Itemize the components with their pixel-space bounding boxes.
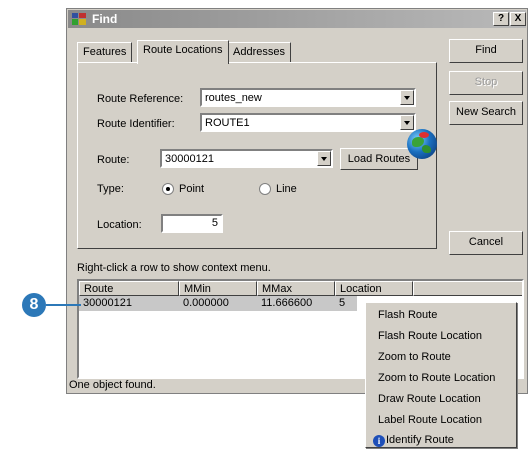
route-reference-label: Route Reference: [97, 93, 184, 105]
type-label: Type: [97, 183, 124, 195]
close-button[interactable]: X [510, 12, 526, 26]
tab-addresses[interactable]: Addresses [227, 42, 291, 62]
column-header-mmax[interactable]: MMax [257, 281, 335, 296]
help-button[interactable]: ? [493, 12, 509, 26]
window-title: Find [92, 12, 118, 26]
find-app-icon [72, 13, 86, 25]
column-header-route[interactable]: Route [79, 281, 179, 296]
new-search-button[interactable]: New Search [449, 101, 523, 125]
chevron-down-icon[interactable] [317, 151, 331, 166]
menu-item-identify-route[interactable]: i Identify Route [373, 434, 454, 447]
status-text: One object found. [69, 379, 156, 391]
route-identifier-value: ROUTE1 [205, 117, 250, 129]
chevron-down-icon[interactable] [400, 115, 414, 130]
route-value: 30000121 [165, 153, 214, 165]
radio-point[interactable] [162, 183, 174, 195]
radio-line-label[interactable]: Line [276, 183, 297, 195]
cell-route: 30000121 [83, 297, 132, 309]
menu-item-zoom-to-route[interactable]: Zoom to Route [378, 351, 451, 363]
callout-line [46, 304, 81, 306]
route-identifier-dropdown[interactable]: ROUTE1 [200, 113, 416, 132]
cell-mmax: 11.666600 [261, 297, 313, 309]
cancel-button[interactable]: Cancel [449, 231, 523, 255]
menu-item-identify-route-label: Identify Route [386, 434, 454, 446]
menu-item-zoom-to-route-location[interactable]: Zoom to Route Location [378, 372, 495, 384]
route-identifier-label: Route Identifier: [97, 118, 175, 130]
menu-item-draw-route-location[interactable]: Draw Route Location [378, 393, 481, 405]
tab-route-locations[interactable]: Route Locations [137, 40, 229, 64]
route-reference-dropdown[interactable]: routes_new [200, 88, 416, 107]
step-callout-badge: 8 [22, 293, 46, 317]
menu-item-label-route-location[interactable]: Label Route Location [378, 414, 482, 426]
location-label: Location: [97, 219, 142, 231]
stop-button: Stop [449, 71, 523, 95]
radio-point-label[interactable]: Point [179, 183, 204, 195]
cell-mmin: 0.000000 [183, 297, 229, 309]
menu-item-flash-route[interactable]: Flash Route [378, 309, 437, 321]
globe-icon [407, 129, 437, 159]
info-icon: i [373, 435, 385, 447]
column-header-blank [413, 281, 522, 296]
route-reference-value: routes_new [205, 92, 262, 104]
route-dropdown[interactable]: 30000121 [160, 149, 333, 168]
results-hint: Right-click a row to show context menu. [77, 262, 271, 274]
location-input[interactable]: 5 [161, 214, 223, 233]
title-bar[interactable]: Find ? X [68, 10, 526, 28]
tab-features[interactable]: Features [77, 42, 133, 62]
find-button[interactable]: Find [449, 39, 523, 63]
radio-line[interactable] [259, 183, 271, 195]
chevron-down-icon[interactable] [400, 90, 414, 105]
context-menu: Flash Route Flash Route Location Zoom to… [365, 302, 517, 448]
route-label: Route: [97, 154, 130, 166]
column-header-location[interactable]: Location [335, 281, 413, 296]
menu-item-flash-route-location[interactable]: Flash Route Location [378, 330, 482, 342]
table-row[interactable]: 30000121 0.000000 11.666600 5 [79, 296, 357, 311]
cell-location: 5 [339, 297, 346, 309]
column-header-mmin[interactable]: MMin [179, 281, 257, 296]
load-routes-button[interactable]: Load Routes [340, 148, 418, 170]
